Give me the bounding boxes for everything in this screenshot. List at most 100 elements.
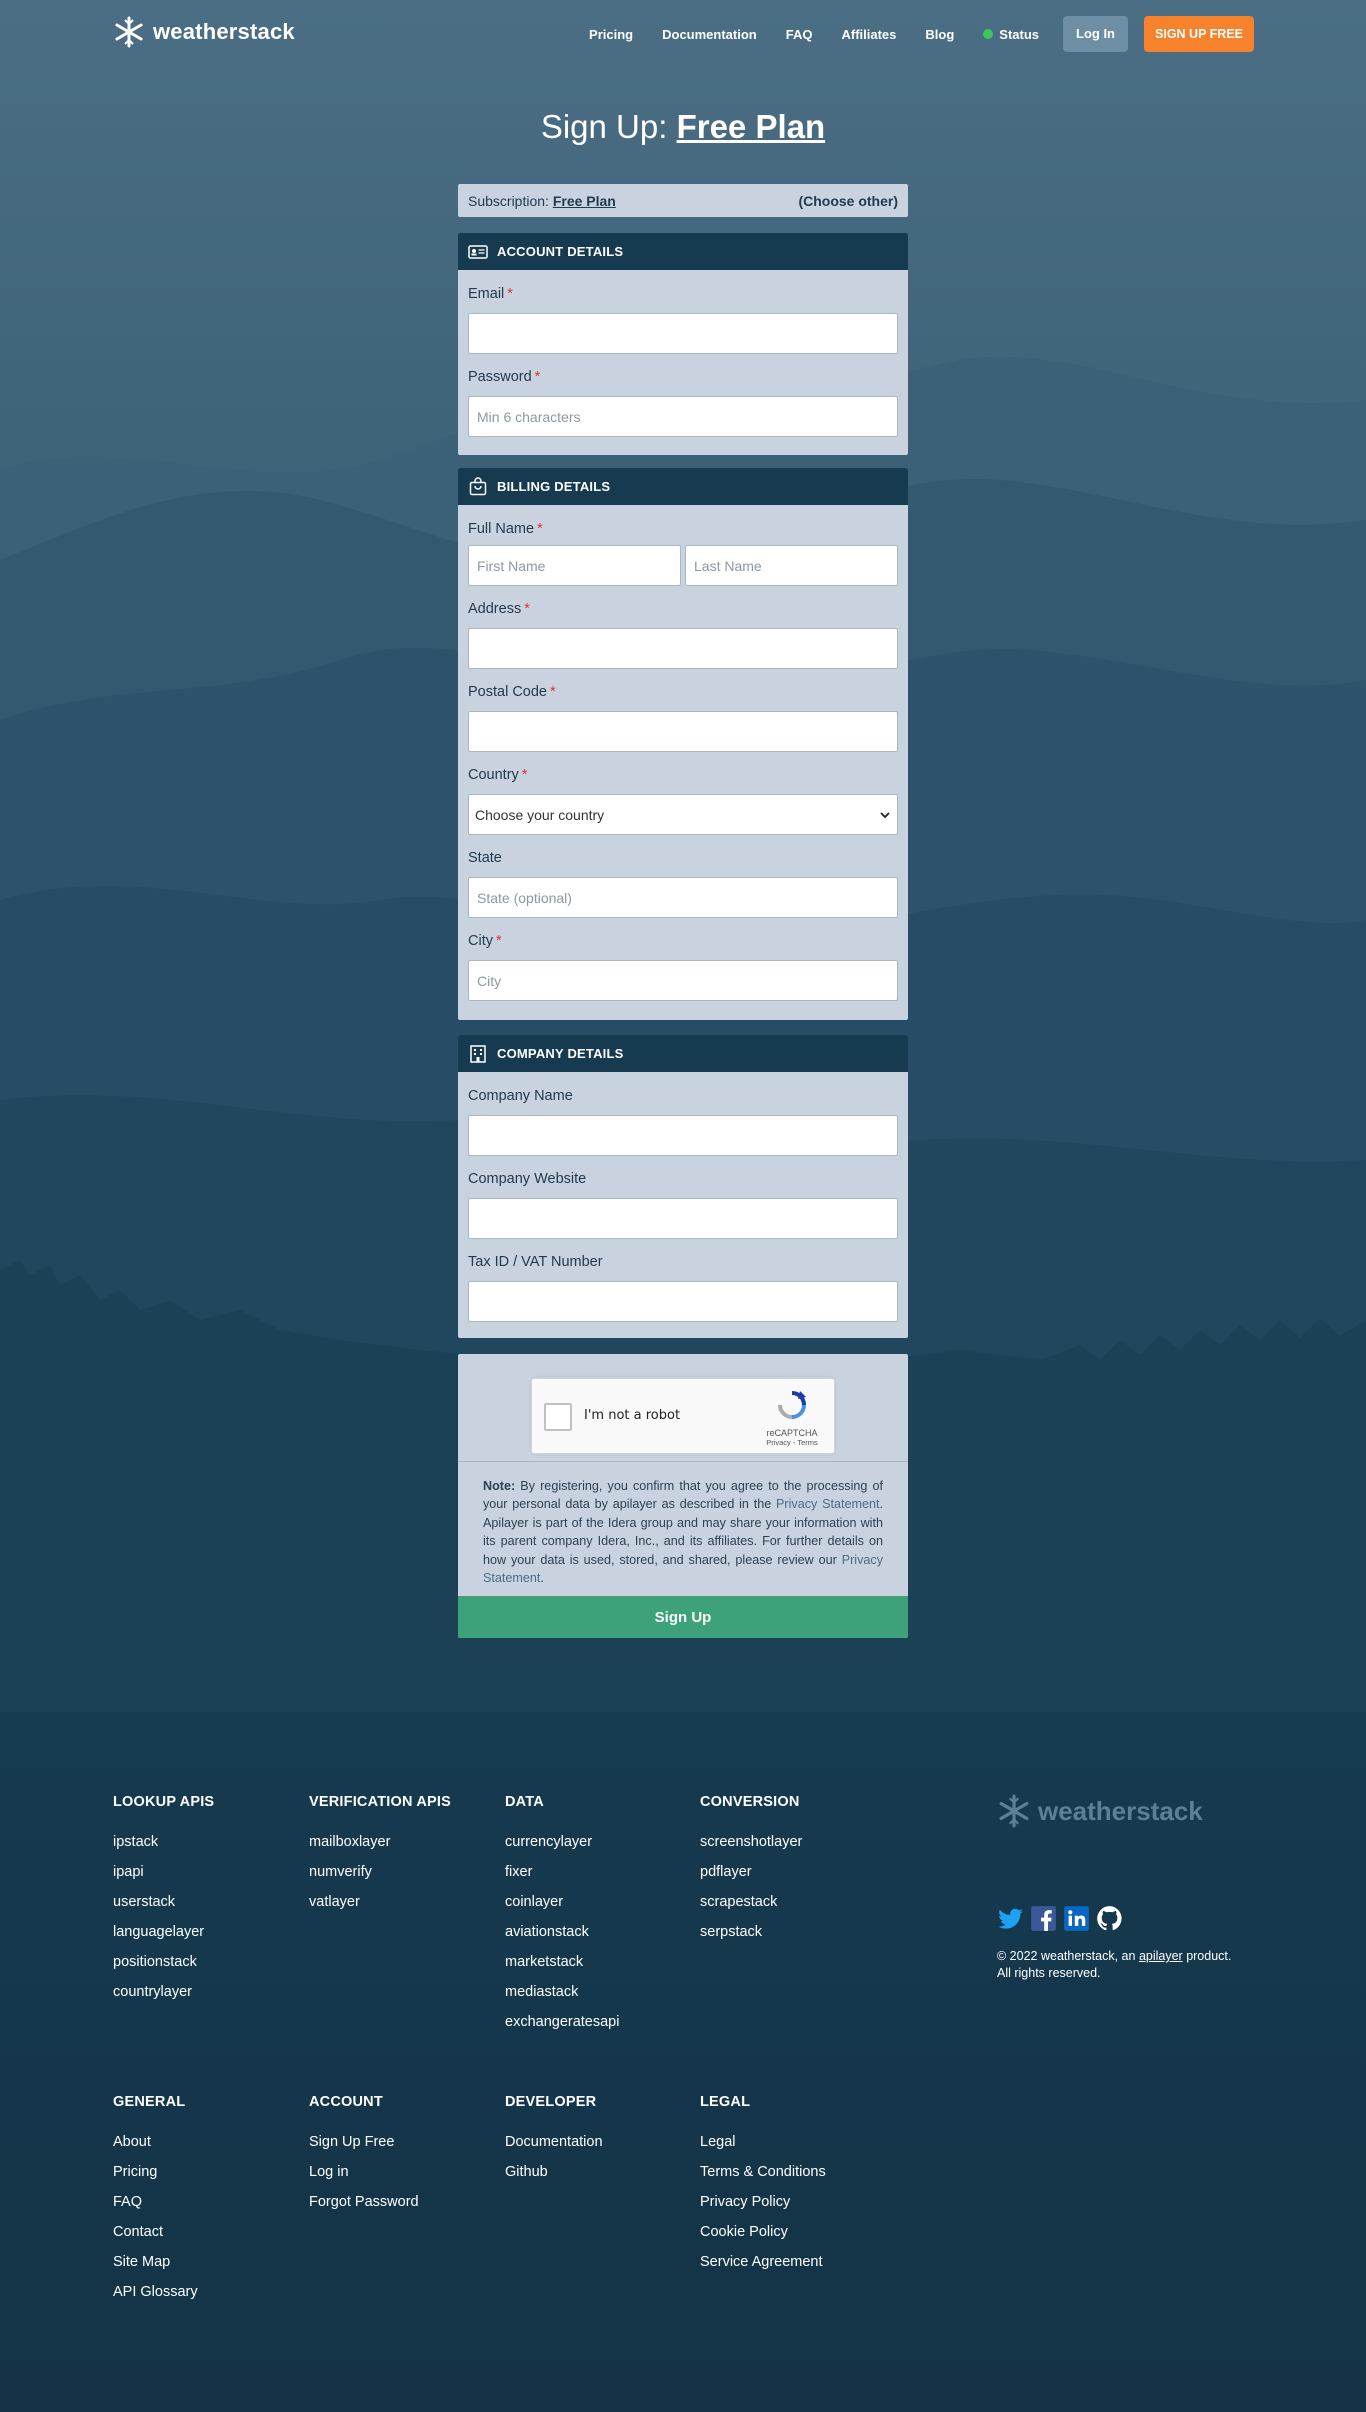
tax-id-field[interactable] <box>468 1281 898 1322</box>
captcha-section: I'm not a robot reCAPTCHA Privacy - Term… <box>458 1354 908 1638</box>
company-details-header: COMPANY DETAILS <box>458 1035 908 1072</box>
nav-status[interactable]: Status <box>983 27 1039 42</box>
recaptcha-logo-icon <box>776 1389 808 1421</box>
footer-link-coinlayer[interactable]: coinlayer <box>505 1887 619 1917</box>
page-title-plan-link[interactable]: Free Plan <box>677 108 826 145</box>
company-website-field[interactable] <box>468 1198 898 1239</box>
nav-pricing[interactable]: Pricing <box>589 27 633 42</box>
note-text-3: . <box>540 1571 544 1586</box>
country-select-value: Choose your country <box>475 806 605 823</box>
country-select[interactable]: Choose your country <box>468 794 898 835</box>
privacy-statement-link-1[interactable]: Privacy Statement <box>776 1497 879 1511</box>
recaptcha-checkbox[interactable] <box>544 1403 572 1431</box>
nav-status-label: Status <box>999 26 1040 42</box>
last-name-field[interactable]: Last Name <box>685 545 898 586</box>
footer-link-ipapi[interactable]: ipapi <box>113 1857 214 1887</box>
footer-link-forgot-password[interactable]: Forgot Password <box>309 2187 419 2217</box>
nav-faq[interactable]: FAQ <box>786 27 813 42</box>
footer-link-positionstack[interactable]: positionstack <box>113 1947 214 1977</box>
footer-link-privacy-policy[interactable]: Privacy Policy <box>700 2187 826 2217</box>
footer-link-service-agreement[interactable]: Service Agreement <box>700 2247 826 2277</box>
github-icon[interactable] <box>1096 1905 1123 1932</box>
footer-col-lookup: LOOKUP APIS ipstack ipapi userstack lang… <box>113 1794 214 2007</box>
footer-link-terms[interactable]: Terms & Conditions <box>700 2157 826 2187</box>
footer-col-conversion: CONVERSION screenshotlayer pdflayer scra… <box>700 1794 802 1947</box>
nav-documentation[interactable]: Documentation <box>662 27 757 42</box>
footer-link-vatlayer[interactable]: vatlayer <box>309 1887 451 1917</box>
password-field[interactable]: Min 6 characters <box>468 396 898 437</box>
full-name-label: Full Name * <box>468 521 543 537</box>
footer-link-faq[interactable]: FAQ <box>113 2187 198 2217</box>
footer-link-numverify[interactable]: numverify <box>309 1857 451 1887</box>
note-bold: Note: <box>483 1479 516 1493</box>
company-name-field[interactable] <box>468 1115 898 1156</box>
footer-link-mediastack[interactable]: mediastack <box>505 1977 619 2007</box>
nav-affiliates[interactable]: Affiliates <box>841 27 896 42</box>
address-label: Address * <box>468 601 530 617</box>
footer-link-pricing[interactable]: Pricing <box>113 2157 198 2187</box>
footer-link-exchangeratesapi[interactable]: exchangeratesapi <box>505 2007 619 2037</box>
footer-link-api-glossary[interactable]: API Glossary <box>113 2277 198 2307</box>
apilayer-link[interactable]: apilayer <box>1139 1949 1183 1963</box>
footer-link-about[interactable]: About <box>113 2127 198 2157</box>
footer-link-log-in[interactable]: Log in <box>309 2157 419 2187</box>
footer-heading: GENERAL <box>113 2094 186 2110</box>
footer-link-aviationstack[interactable]: aviationstack <box>505 1917 619 1947</box>
main-nav: Pricing Documentation FAQ Affiliates Blo… <box>560 16 1254 52</box>
address-field[interactable] <box>468 628 898 669</box>
account-details-title: ACCOUNT DETAILS <box>497 244 624 259</box>
postal-code-field[interactable] <box>468 711 898 752</box>
footer-link-currencylayer[interactable]: currencylayer <box>505 1827 619 1857</box>
footer-link-screenshotlayer[interactable]: screenshotlayer <box>700 1827 802 1857</box>
sign-up-button[interactable]: Sign Up <box>458 1596 908 1638</box>
footer-link-marketstack[interactable]: marketstack <box>505 1947 619 1977</box>
recaptcha-links[interactable]: Privacy - Terms <box>760 1438 824 1447</box>
footer-link-documentation[interactable]: Documentation <box>505 2127 603 2157</box>
privacy-note: Note: By registering, you confirm that y… <box>483 1477 883 1587</box>
footer-link-legal[interactable]: Legal <box>700 2127 826 2157</box>
footer-link-github[interactable]: Github <box>505 2157 603 2187</box>
city-label: City * <box>468 933 502 949</box>
city-field[interactable]: City <box>468 960 898 1001</box>
footer-heading: CONVERSION <box>700 1794 800 1810</box>
choose-other-link[interactable]: (Choose other) <box>798 193 898 209</box>
signup-free-button[interactable]: SIGN UP FREE <box>1144 16 1254 52</box>
linkedin-icon[interactable] <box>1063 1905 1090 1932</box>
footer-link-site-map[interactable]: Site Map <box>113 2247 198 2277</box>
footer-heading: LOOKUP APIS <box>113 1794 215 1810</box>
footer-logo[interactable]: weatherstack <box>997 1794 1203 1828</box>
subscription-plan-link[interactable]: Free Plan <box>553 193 616 209</box>
footer-link-sign-up-free[interactable]: Sign Up Free <box>309 2127 419 2157</box>
footer-link-countrylayer[interactable]: countrylayer <box>113 1977 214 2007</box>
footer-link-pdflayer[interactable]: pdflayer <box>700 1857 802 1887</box>
copyright: © 2022 weatherstack, an apilayer product… <box>997 1948 1257 1982</box>
footer-heading: LEGAL <box>700 2094 751 2110</box>
rights-text: All rights reserved. <box>997 1966 1101 1980</box>
twitter-icon[interactable] <box>997 1905 1024 1932</box>
company-details-title: COMPANY DETAILS <box>497 1046 624 1061</box>
state-field[interactable]: State (optional) <box>468 877 898 918</box>
social-links <box>997 1905 1123 1932</box>
footer-link-mailboxlayer[interactable]: mailboxlayer <box>309 1827 451 1857</box>
footer-link-fixer[interactable]: fixer <box>505 1857 619 1887</box>
recaptcha-widget: I'm not a robot reCAPTCHA Privacy - Term… <box>531 1378 835 1454</box>
footer-heading: DEVELOPER <box>505 2094 597 2110</box>
login-button[interactable]: Log In <box>1063 16 1129 52</box>
footer-link-scrapestack[interactable]: scrapestack <box>700 1887 802 1917</box>
footer-heading: ACCOUNT <box>309 2094 383 2110</box>
footer-col-general: GENERAL About Pricing FAQ Contact Site M… <box>113 2094 198 2307</box>
first-name-field[interactable]: First Name <box>468 545 681 586</box>
footer-link-userstack[interactable]: userstack <box>113 1887 214 1917</box>
logo[interactable]: weatherstack <box>113 16 295 48</box>
nav-blog[interactable]: Blog <box>925 27 954 42</box>
footer-link-ipstack[interactable]: ipstack <box>113 1827 214 1857</box>
facebook-icon[interactable] <box>1030 1905 1057 1932</box>
footer-link-cookie-policy[interactable]: Cookie Policy <box>700 2217 826 2247</box>
billing-details-header: BILLING DETAILS <box>458 468 908 505</box>
email-field[interactable] <box>468 313 898 354</box>
footer-link-languagelayer[interactable]: languagelayer <box>113 1917 214 1947</box>
divider <box>458 1461 908 1462</box>
footer-link-contact[interactable]: Contact <box>113 2217 198 2247</box>
copyright-prefix: © 2022 weatherstack, an <box>997 1949 1139 1963</box>
footer-link-serpstack[interactable]: serpstack <box>700 1917 802 1947</box>
